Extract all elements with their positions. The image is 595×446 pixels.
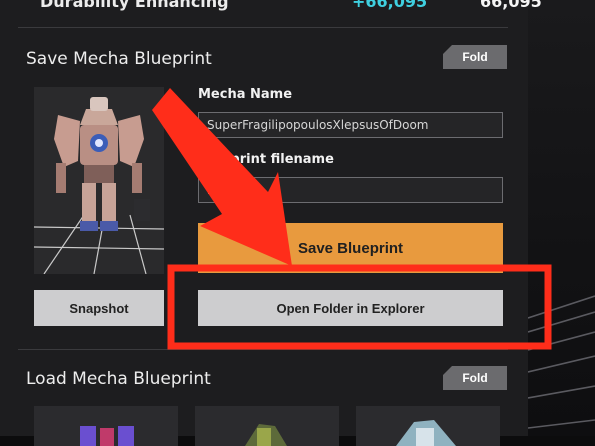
mecha-name-label: Mecha Name bbox=[198, 87, 293, 102]
fold-save-section-button[interactable]: Fold bbox=[443, 45, 507, 69]
mecha-name-input[interactable] bbox=[198, 112, 503, 138]
save-section-title: Save Mecha Blueprint bbox=[26, 49, 212, 69]
blueprint-filename-label: Blueprint filename bbox=[198, 152, 334, 167]
blueprint-thumbnail[interactable] bbox=[356, 406, 500, 446]
3d-scene-background bbox=[528, 0, 595, 436]
mecha-preview-image bbox=[34, 87, 164, 274]
mecha-panel: Durability Enhancing +66,095 66,095 Save… bbox=[0, 0, 542, 446]
snapshot-button[interactable]: Snapshot bbox=[34, 290, 164, 326]
blueprint-filename-input[interactable] bbox=[198, 177, 503, 203]
divider bbox=[18, 349, 508, 350]
fold-load-section-button[interactable]: Fold bbox=[443, 366, 507, 390]
load-section-title: Load Mecha Blueprint bbox=[26, 369, 211, 389]
durability-stat-row: Durability Enhancing +66,095 66,095 bbox=[40, 0, 542, 12]
blueprint-thumbnail[interactable] bbox=[195, 406, 339, 446]
stat-label: Durability Enhancing bbox=[40, 0, 229, 11]
open-folder-in-explorer-button[interactable]: Open Folder in Explorer bbox=[198, 290, 503, 326]
stat-value: 66,095 bbox=[480, 0, 542, 11]
stat-bonus: +66,095 bbox=[352, 0, 428, 11]
save-blueprint-button[interactable]: Save Blueprint bbox=[198, 223, 503, 273]
blueprint-thumbnail[interactable] bbox=[34, 406, 178, 446]
divider bbox=[18, 27, 508, 28]
